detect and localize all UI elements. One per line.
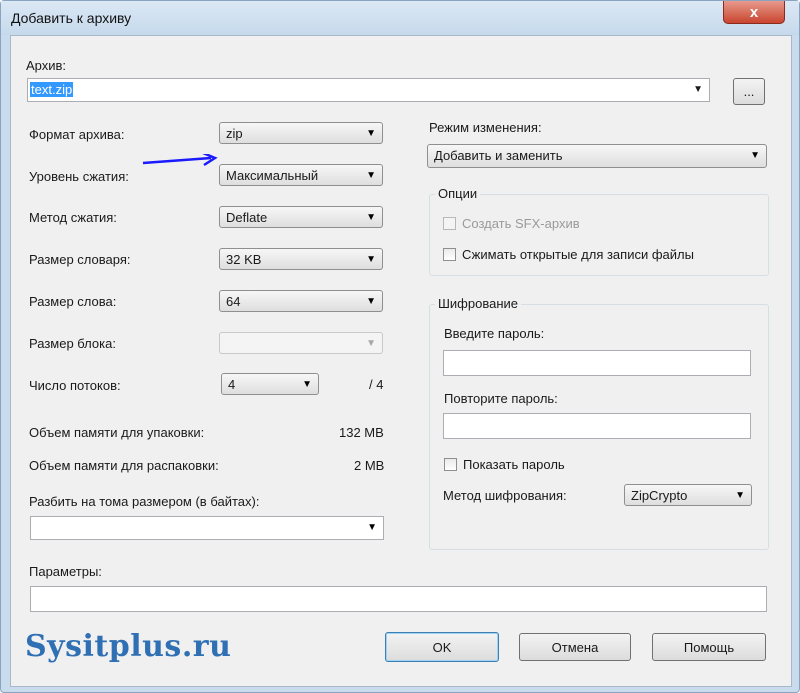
format-value: zip xyxy=(226,126,243,141)
word-value: 64 xyxy=(226,294,241,309)
method-combo[interactable]: Deflate ▼ xyxy=(219,206,383,228)
window-title: Добавить к архиву xyxy=(11,10,132,26)
method-value: Deflate xyxy=(226,210,268,225)
mem-unpack-value: 2 MB xyxy=(354,458,385,473)
chevron-down-icon: ▼ xyxy=(735,490,745,501)
format-combo[interactable]: zip ▼ xyxy=(219,122,383,144)
repeat-password-label: Повторите пароль: xyxy=(444,391,558,406)
dict-label: Размер словаря: xyxy=(29,252,131,267)
title-bar[interactable]: Добавить к архиву x xyxy=(1,1,799,35)
chevron-down-icon: ▼ xyxy=(367,522,377,533)
dict-combo[interactable]: 32 KB ▼ xyxy=(219,248,383,270)
encryption-group-title: Шифрование xyxy=(435,296,521,311)
split-volume-combo[interactable]: ▼ xyxy=(30,516,384,540)
browse-button-label: ... xyxy=(743,84,755,99)
chevron-down-icon: ▼ xyxy=(366,212,376,223)
params-label: Параметры: xyxy=(29,564,102,579)
password-input[interactable] xyxy=(443,350,751,376)
threads-value: 4 xyxy=(228,377,236,392)
method-label: Метод сжатия: xyxy=(29,210,117,225)
mem-pack-value: 132 MB xyxy=(339,425,384,440)
chevron-down-icon: ▼ xyxy=(366,128,376,139)
repeat-password-input[interactable] xyxy=(443,413,751,439)
options-group-title: Опции xyxy=(435,186,481,201)
ok-button-label: OK xyxy=(432,639,452,655)
archive-path-value: text.zip xyxy=(30,82,74,97)
show-password-checkbox[interactable] xyxy=(444,458,457,471)
password-label: Введите пароль: xyxy=(444,326,545,341)
level-label: Уровень сжатия: xyxy=(29,169,129,184)
browse-button[interactable]: ... xyxy=(733,78,765,105)
dialog-client-area: Архив: text.zip ▼ ... Формат архива: zip… xyxy=(10,35,792,687)
watermark-logo: Sysitplus.ru xyxy=(25,629,232,664)
encryption-method-label: Метод шифрования: xyxy=(443,488,567,503)
params-input[interactable] xyxy=(30,586,767,612)
archive-path-combo[interactable]: text.zip ▼ xyxy=(27,78,710,102)
word-combo[interactable]: 64 ▼ xyxy=(219,290,383,312)
sfx-label: Создать SFX-архив xyxy=(462,216,580,231)
close-button[interactable]: x xyxy=(723,1,785,24)
cancel-button-label: Отмена xyxy=(551,639,599,655)
close-icon: x xyxy=(749,3,759,21)
help-button[interactable]: Помощь xyxy=(652,633,766,661)
shared-files-checkbox[interactable] xyxy=(443,248,456,261)
format-label: Формат архива: xyxy=(29,127,125,142)
chevron-down-icon: ▼ xyxy=(366,254,376,265)
level-combo[interactable]: Максимальный ▼ xyxy=(219,164,383,186)
encryption-method-combo[interactable]: ZipCrypto ▼ xyxy=(624,484,752,506)
mem-pack-label: Объем памяти для упаковки: xyxy=(29,425,205,440)
threads-combo[interactable]: 4 ▼ xyxy=(221,373,319,395)
chevron-down-icon: ▼ xyxy=(750,150,760,161)
mode-value: Добавить и заменить xyxy=(434,148,563,163)
level-value: Максимальный xyxy=(226,168,319,183)
options-group xyxy=(429,194,769,276)
archive-label: Архив: xyxy=(26,58,67,73)
sfx-checkbox[interactable] xyxy=(443,217,456,230)
show-password-label: Показать пароль xyxy=(463,457,565,472)
threads-label: Число потоков: xyxy=(29,378,121,393)
split-label: Разбить на тома размером (в байтах): xyxy=(29,494,260,509)
dialog-window: Добавить к архиву x Архив: text.zip ▼ ..… xyxy=(0,0,800,693)
shared-files-label: Сжимать открытые для записи файлы xyxy=(462,247,694,262)
annotation-arrow-icon xyxy=(142,154,218,167)
dict-value: 32 KB xyxy=(226,252,262,267)
chevron-down-icon: ▼ xyxy=(366,338,376,349)
help-button-label: Помощь xyxy=(683,639,735,655)
chevron-down-icon: ▼ xyxy=(366,170,376,181)
chevron-down-icon: ▼ xyxy=(302,379,312,390)
word-label: Размер слова: xyxy=(29,294,117,309)
mode-combo[interactable]: Добавить и заменить ▼ xyxy=(427,144,767,168)
ok-button[interactable]: OK xyxy=(385,632,499,662)
encryption-method-value: ZipCrypto xyxy=(631,488,688,503)
block-label: Размер блока: xyxy=(29,336,116,351)
chevron-down-icon: ▼ xyxy=(366,296,376,307)
cancel-button[interactable]: Отмена xyxy=(519,633,631,661)
mode-label: Режим изменения: xyxy=(429,120,542,135)
chevron-down-icon[interactable]: ▼ xyxy=(693,84,703,95)
threads-max: / 4 xyxy=(369,377,384,392)
mem-unpack-label: Объем памяти для распаковки: xyxy=(29,458,219,473)
block-combo[interactable]: ▼ xyxy=(219,332,383,354)
